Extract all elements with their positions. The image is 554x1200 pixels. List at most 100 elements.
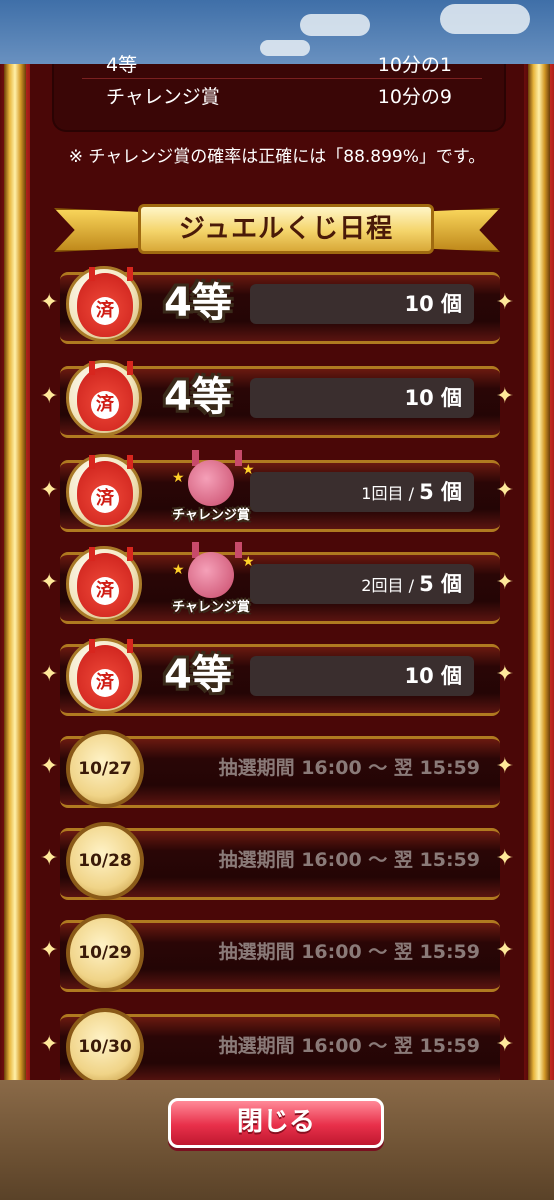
banner-ribbon-left bbox=[54, 208, 148, 252]
reward-count-value: 10 個 bbox=[404, 386, 462, 410]
reward-count-value: 10 個 bbox=[404, 664, 462, 688]
reward-count-value: 5 個 bbox=[419, 480, 462, 504]
probability-row: 4等 10分の1 bbox=[82, 48, 482, 79]
rabbit-character-icon bbox=[188, 460, 234, 506]
probability-note: ※ チャレンジ賞の確率は正確には「88.899%」です。 bbox=[68, 147, 486, 167]
reward-box: 10 個 bbox=[250, 284, 474, 324]
reward-count-value: 5 個 bbox=[419, 572, 462, 596]
sparkle-icon: ✦ bbox=[40, 1032, 59, 1057]
reward-count: 2回目 / 5 個 bbox=[361, 564, 462, 604]
star-icon: ★ bbox=[172, 470, 185, 486]
gold-pillar-left bbox=[4, 64, 26, 1084]
probability-value: 10分の9 bbox=[377, 86, 452, 108]
draw-period: 抽選期間 16:00 〜 翌 15:59 bbox=[218, 849, 480, 871]
reward-box: 1回目 / 5 個 bbox=[250, 472, 474, 512]
schedule-row-completed: ✦ ✦ 済 4等 10 個 bbox=[40, 634, 514, 718]
draw-period: 抽選期間 16:00 〜 翌 15:59 bbox=[218, 941, 480, 963]
reward-count: 1回目 / 5 個 bbox=[361, 472, 462, 512]
completed-stamp: 済 bbox=[91, 577, 119, 605]
rabbit-character-icon bbox=[188, 552, 234, 598]
gold-pillar-right bbox=[528, 64, 550, 1084]
sparkle-icon: ✦ bbox=[495, 662, 514, 687]
star-icon: ★ bbox=[242, 462, 255, 478]
completed-stamp: 済 bbox=[91, 669, 119, 697]
stamp-ears bbox=[89, 455, 133, 469]
sparkle-icon: ✦ bbox=[40, 662, 59, 687]
prize-label: 4等 bbox=[106, 54, 138, 76]
completed-stamp: 済 bbox=[91, 485, 119, 513]
reward-box: 10 個 bbox=[250, 656, 474, 696]
stamp-ears bbox=[89, 361, 133, 375]
prize-rank: 4等 bbox=[164, 652, 232, 698]
challenge-prize-badge: ★ ★ チャレンジ賞 bbox=[158, 542, 258, 622]
reward-count: 10 個 bbox=[404, 378, 462, 418]
reward-box: 2回目 / 5 個 bbox=[250, 564, 474, 604]
sparkle-icon: ✦ bbox=[40, 290, 59, 315]
rabbit-stamp-icon: 済 bbox=[77, 455, 133, 525]
sparkle-icon: ✦ bbox=[495, 846, 514, 871]
stamp-ears bbox=[89, 639, 133, 653]
sparkle-icon: ✦ bbox=[495, 938, 514, 963]
schedule-row-upcoming: ✦ ✦ 10/27 抽選期間 16:00 〜 翌 15:59 bbox=[40, 726, 514, 810]
reward-count: 10 個 bbox=[404, 284, 462, 324]
draw-period: 抽選期間 16:00 〜 翌 15:59 bbox=[218, 1035, 480, 1057]
schedule-banner: ジュエルくじ日程 bbox=[48, 198, 506, 258]
sparkle-icon: ✦ bbox=[40, 938, 59, 963]
reward-count-value: 10 個 bbox=[404, 292, 462, 316]
attempt-label: 2回目 / bbox=[361, 576, 414, 595]
date-medal: 10/28 bbox=[66, 822, 144, 900]
star-icon: ★ bbox=[242, 554, 255, 570]
completed-stamp: 済 bbox=[91, 297, 119, 325]
challenge-prize-badge: ★ ★ チャレンジ賞 bbox=[158, 450, 258, 530]
rabbit-stamp-icon: 済 bbox=[77, 267, 133, 337]
completed-medal: 済 bbox=[66, 638, 142, 714]
challenge-prize-label: チャレンジ賞 bbox=[172, 508, 250, 523]
sparkle-icon: ✦ bbox=[495, 384, 514, 409]
cloud bbox=[300, 14, 370, 36]
sparkle-icon: ✦ bbox=[40, 846, 59, 871]
date-medal: 10/30 bbox=[66, 1008, 144, 1086]
rabbit-stamp-icon: 済 bbox=[77, 547, 133, 617]
sparkle-icon: ✦ bbox=[40, 570, 59, 595]
sparkle-icon: ✦ bbox=[495, 570, 514, 595]
close-button[interactable]: 閉じる bbox=[168, 1098, 384, 1148]
probability-value: 10分の1 bbox=[377, 54, 452, 76]
probability-table: 4等 10分の1 チャレンジ賞 10分の9 bbox=[52, 54, 506, 132]
draw-period: 抽選期間 16:00 〜 翌 15:59 bbox=[218, 757, 480, 779]
reward-count: 10 個 bbox=[404, 656, 462, 696]
completed-medal: 済 bbox=[66, 360, 142, 436]
sparkle-icon: ✦ bbox=[495, 1032, 514, 1057]
challenge-prize-label: チャレンジ賞 bbox=[172, 600, 250, 615]
sparkle-icon: ✦ bbox=[495, 478, 514, 503]
schedule-row-completed: ✦ ✦ 済 1回目 / 5 個 ★ ★ チャレンジ賞 bbox=[40, 450, 514, 534]
schedule-row-completed: ✦ ✦ 済 2回目 / 5 個 ★ ★ チャレンジ賞 bbox=[40, 542, 514, 626]
sparkle-icon: ✦ bbox=[495, 290, 514, 315]
prize-label: チャレンジ賞 bbox=[106, 86, 220, 108]
stamp-ears bbox=[89, 547, 133, 561]
schedule-title: ジュエルくじ日程 bbox=[178, 214, 394, 244]
sparkle-icon: ✦ bbox=[40, 754, 59, 779]
schedule-row-upcoming: ✦ ✦ 10/28 抽選期間 16:00 〜 翌 15:59 bbox=[40, 818, 514, 902]
sparkle-icon: ✦ bbox=[40, 384, 59, 409]
schedule-row-upcoming: ✦ ✦ 10/30 抽選期間 16:00 〜 翌 15:59 bbox=[40, 1004, 514, 1088]
sparkle-icon: ✦ bbox=[495, 754, 514, 779]
rabbit-stamp-icon: 済 bbox=[77, 361, 133, 431]
cloud bbox=[440, 4, 530, 34]
date-medal: 10/29 bbox=[66, 914, 144, 992]
completed-medal: 済 bbox=[66, 546, 142, 622]
rabbit-stamp-icon: 済 bbox=[77, 639, 133, 709]
prize-rank: 4等 bbox=[164, 374, 232, 420]
stamp-ears bbox=[89, 267, 133, 281]
completed-medal: 済 bbox=[66, 454, 142, 530]
probability-row: チャレンジ賞 10分の9 bbox=[82, 80, 482, 110]
reward-box: 10 個 bbox=[250, 378, 474, 418]
completed-stamp: 済 bbox=[91, 391, 119, 419]
schedule-row-upcoming: ✦ ✦ 10/29 抽選期間 16:00 〜 翌 15:59 bbox=[40, 910, 514, 994]
star-icon: ★ bbox=[172, 562, 185, 578]
schedule-row-completed: ✦ ✦ 済 4等 10 個 bbox=[40, 262, 514, 346]
sparkle-icon: ✦ bbox=[40, 478, 59, 503]
prize-rank: 4等 bbox=[164, 280, 232, 326]
schedule-row-completed: ✦ ✦ 済 4等 10 個 bbox=[40, 356, 514, 440]
date-medal: 10/27 bbox=[66, 730, 144, 808]
completed-medal: 済 bbox=[66, 266, 142, 342]
